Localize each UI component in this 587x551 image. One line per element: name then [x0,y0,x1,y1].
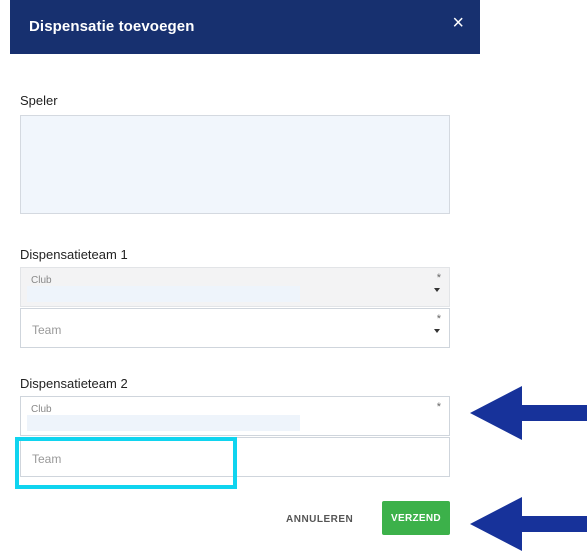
chevron-down-icon [434,329,440,333]
player-label: Speler [20,93,58,108]
cancel-button[interactable]: ANNULEREN [286,514,353,525]
close-icon[interactable]: × [452,13,464,33]
submit-button[interactable]: VERZEND [382,501,450,535]
team1-club-label: Club [31,275,52,286]
team1-club-value [27,286,300,302]
arrow-left-icon [470,386,587,440]
arrow-left-icon [470,497,587,551]
team2-club-select[interactable]: Club * [20,396,450,436]
team1-team-select[interactable]: Team * [20,308,450,348]
team1-club-select[interactable]: Club * [20,267,450,307]
chevron-down-icon [434,288,440,292]
annotation-arrow-club [470,386,587,440]
team1-club-required-mark: * [436,272,441,284]
player-field[interactable] [20,115,450,214]
team1-label: Dispensatieteam 1 [20,247,128,262]
team2-team-placeholder: Team [32,452,62,466]
team1-team-required-mark: * [436,313,441,325]
team2-club-label: Club [31,404,52,415]
team2-team-select[interactable]: Team [20,437,450,477]
team2-label: Dispensatieteam 2 [20,376,128,391]
team1-team-placeholder: Team [32,323,62,337]
dialog-header: Dispensatie toevoegen × [10,0,480,54]
annotation-arrow-submit [470,497,587,551]
dialog-title: Dispensatie toevoegen [29,18,195,35]
team2-club-value [27,415,300,431]
team2-club-required-mark: * [436,401,441,413]
